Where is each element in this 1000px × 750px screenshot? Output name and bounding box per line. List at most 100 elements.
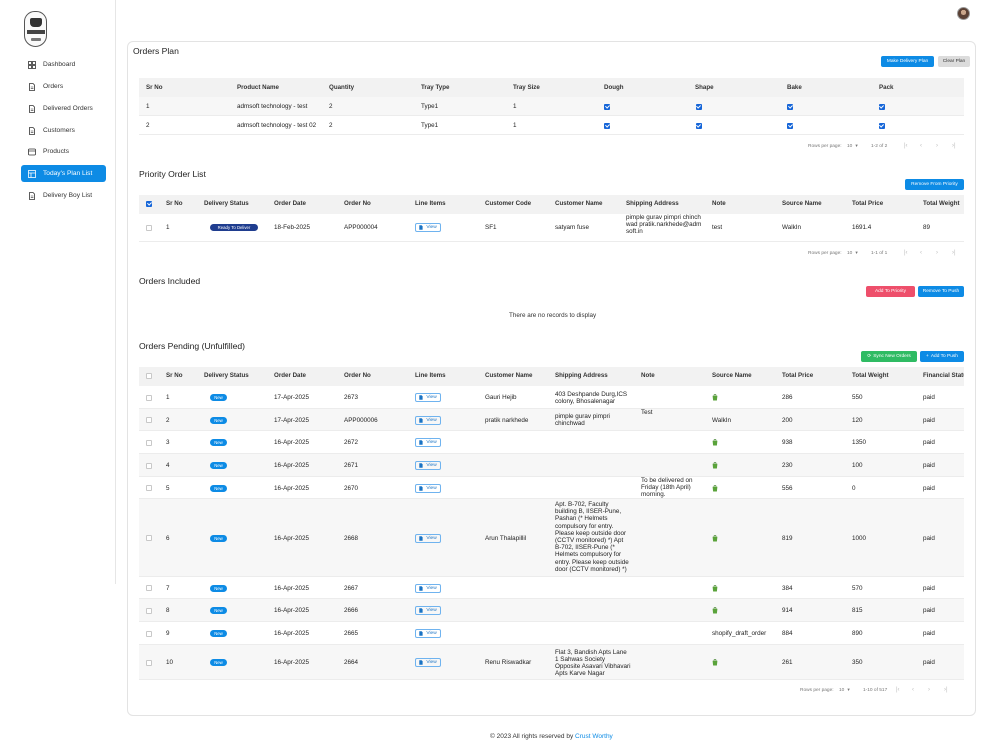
select-all-checkbox[interactable] [146,373,152,379]
shape-checkbox[interactable] [695,123,702,129]
row-checkbox[interactable] [146,485,152,491]
pagination-range: 1-2 of 2 [871,144,888,149]
view-line-items-button[interactable]: View [415,438,441,447]
total-weight: 570 [852,584,863,592]
sidebar-item-dashboard[interactable]: Dashboard [21,56,106,73]
remove-to-push-button[interactable]: Remove To Push [918,286,964,297]
bake-checkbox[interactable] [787,104,793,110]
pagination-first-page-icon[interactable]: |‹ [896,687,900,693]
order-date: 16-Apr-2025 [274,484,310,492]
select-all-checkbox[interactable] [146,201,152,207]
column-header: Total Price [852,200,884,207]
dough-checkbox[interactable] [604,123,610,129]
shipping-address: Flat 3, Bandish Apts Lane 1 Sahwas Socie… [555,648,631,678]
total-price: 384 [782,584,793,592]
document-icon [28,82,36,91]
sr-no: 10 [166,659,174,666]
row-checkbox[interactable] [146,607,152,614]
bake-checkbox[interactable] [787,123,793,129]
clear-plan-button[interactable]: Clear Plan [938,56,970,67]
pagination-first-page-icon[interactable]: |‹ [904,143,908,149]
order-date: 16-Apr-2025 [274,630,310,637]
view-line-items-button[interactable]: View [415,223,441,232]
footer-link[interactable]: Crust Worthy [575,733,613,740]
order-date: 18-Feb-2025 [274,224,311,231]
sr-no: 2 [166,416,170,424]
pagination-prev-page-icon[interactable]: ‹ [920,143,922,149]
pagination-last-page-icon[interactable]: ›| [944,687,948,693]
column-header: Order Date [274,372,306,379]
document-icon [28,126,36,135]
shopify-icon [712,461,718,469]
sync-new-orders-button[interactable]: ⟳ Sync New Orders [861,351,917,362]
dough-checkbox[interactable] [604,104,610,110]
pagination-next-page-icon[interactable]: › [928,687,930,693]
row-checkbox[interactable] [146,462,152,469]
view-line-items-button[interactable]: View [415,606,441,615]
pack-checkbox[interactable] [878,104,885,110]
add-push-label: Add To Push [930,354,958,359]
shape-checkbox[interactable] [695,104,702,110]
column-header: Quantity [329,84,355,91]
view-line-items-button[interactable]: View [415,483,441,493]
row-checkbox[interactable] [146,585,152,591]
view-line-items-button[interactable]: View [415,658,441,667]
row-checkbox[interactable] [146,417,152,423]
row-checkbox[interactable] [146,439,152,446]
sidebar-item-customers[interactable]: Customers [21,122,106,139]
column-header: Tray Size [513,84,540,91]
user-avatar[interactable] [957,7,970,20]
view-line-items-button[interactable]: View [415,583,441,593]
view-line-items-button[interactable]: View [415,415,441,425]
financial-status: paid [923,659,935,666]
column-header: Order No [344,200,371,207]
row-checkbox[interactable] [146,630,152,637]
column-header: Note [641,372,655,379]
pending-table-header [139,367,964,386]
sidebar-item-products[interactable]: Products [21,143,106,160]
add-to-priority-button[interactable]: Add To Priority [866,286,915,297]
view-label: View [426,608,437,613]
column-header: Line Items [415,200,446,207]
rows-per-page-select[interactable]: 10 ▾ [847,251,858,256]
view-label: View [426,535,437,541]
column-header: Delivery Status [204,372,249,379]
pagination-first-page-icon[interactable]: |‹ [904,250,908,256]
row-checkbox[interactable] [146,535,152,541]
sidebar-item-label: Products [43,148,70,155]
pack-checkbox[interactable] [878,123,885,129]
box-icon [28,148,36,156]
rows-per-page-select[interactable]: 10 ▾ [839,688,850,693]
order-no: 2668 [344,534,359,542]
customer-name: Renu Riswadkar [485,659,532,666]
view-line-items-button[interactable]: View [415,461,441,470]
brand-logo[interactable] [24,11,47,47]
remove-from-priority-button[interactable]: Remove From Priority [905,179,964,190]
pagination-last-page-icon[interactable]: ›| [952,143,956,149]
sidebar-item-today-s-plan-list[interactable]: Today's Plan List [21,165,106,182]
row-checkbox[interactable] [146,659,152,666]
sidebar-item-orders[interactable]: Orders [21,78,106,95]
sidebar-item-delivery-boy-list[interactable]: Delivery Boy List [21,187,106,204]
view-line-items-button[interactable]: View [415,629,441,638]
sidebar-item-delivered-orders[interactable]: Delivered Orders [21,100,106,117]
column-header: Product Name [237,84,279,91]
pagination-next-page-icon[interactable]: › [936,143,938,149]
row-checkbox[interactable] [146,394,152,401]
rows-per-page-select[interactable]: 10 ▾ [847,144,858,149]
plus-icon: + [926,354,929,359]
pagination-prev-page-icon[interactable]: ‹ [920,250,922,256]
sidebar-item-label: Customers [43,127,75,134]
financial-status: paid [923,484,935,492]
row-checkbox[interactable] [146,225,152,231]
sync-label: Sync New Orders [873,354,911,359]
pagination-next-page-icon[interactable]: › [936,250,938,256]
view-line-items-button[interactable]: View [415,533,441,543]
view-line-items-button[interactable]: View [415,393,441,402]
make-delivery-plan-button[interactable]: Make Delivery Plan [881,56,934,67]
sr-no: 1 [166,224,170,231]
pagination-prev-page-icon[interactable]: ‹ [912,687,914,693]
add-to-push-button[interactable]: + Add To Push [920,351,964,362]
pagination-last-page-icon[interactable]: ›| [952,250,956,256]
order-date: 16-Apr-2025 [274,659,310,666]
